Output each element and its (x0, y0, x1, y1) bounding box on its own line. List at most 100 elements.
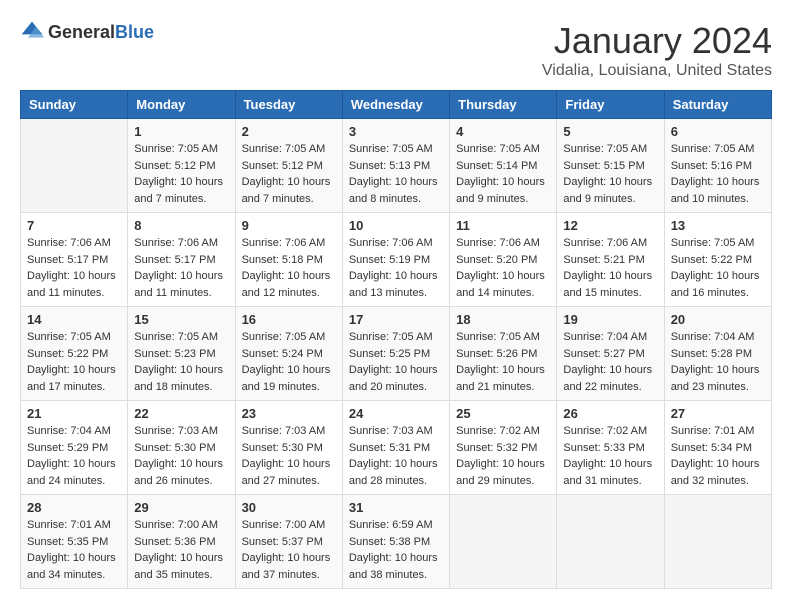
sunset-label: Sunset: 5:12 PM (242, 160, 323, 172)
sunset-label: Sunset: 5:30 PM (134, 442, 215, 454)
day-number: 14 (27, 312, 121, 327)
day-number: 29 (134, 500, 228, 515)
calendar-cell: 16 Sunrise: 7:05 AM Sunset: 5:24 PM Dayl… (235, 307, 342, 401)
day-number: 21 (27, 406, 121, 421)
sunset-label: Sunset: 5:38 PM (349, 536, 430, 548)
sunrise-label: Sunrise: 7:01 AM (27, 519, 111, 531)
day-info: Sunrise: 7:06 AM Sunset: 5:21 PM Dayligh… (563, 235, 657, 301)
daylight-label: Daylight: 10 hours and 38 minutes. (349, 552, 438, 581)
calendar-table: SundayMondayTuesdayWednesdayThursdayFrid… (20, 90, 772, 589)
calendar-cell: 11 Sunrise: 7:06 AM Sunset: 5:20 PM Dayl… (450, 213, 557, 307)
day-info: Sunrise: 7:05 AM Sunset: 5:22 PM Dayligh… (27, 329, 121, 395)
day-number: 17 (349, 312, 443, 327)
sunrise-label: Sunrise: 7:05 AM (134, 331, 218, 343)
sunrise-label: Sunrise: 7:05 AM (134, 143, 218, 155)
day-info: Sunrise: 7:05 AM Sunset: 5:12 PM Dayligh… (134, 141, 228, 207)
sunset-label: Sunset: 5:31 PM (349, 442, 430, 454)
day-number: 12 (563, 218, 657, 233)
sunrise-label: Sunrise: 7:03 AM (242, 425, 326, 437)
calendar-cell: 22 Sunrise: 7:03 AM Sunset: 5:30 PM Dayl… (128, 401, 235, 495)
daylight-label: Daylight: 10 hours and 18 minutes. (134, 364, 223, 393)
day-number: 2 (242, 124, 336, 139)
sunset-label: Sunset: 5:19 PM (349, 254, 430, 266)
day-info: Sunrise: 7:00 AM Sunset: 5:37 PM Dayligh… (242, 517, 336, 583)
daylight-label: Daylight: 10 hours and 11 minutes. (27, 270, 116, 299)
day-number: 11 (456, 218, 550, 233)
day-info: Sunrise: 7:04 AM Sunset: 5:27 PM Dayligh… (563, 329, 657, 395)
sunrise-label: Sunrise: 6:59 AM (349, 519, 433, 531)
day-number: 18 (456, 312, 550, 327)
sunrise-label: Sunrise: 7:05 AM (671, 143, 755, 155)
sunset-label: Sunset: 5:14 PM (456, 160, 537, 172)
day-info: Sunrise: 7:04 AM Sunset: 5:29 PM Dayligh… (27, 423, 121, 489)
sunset-label: Sunset: 5:33 PM (563, 442, 644, 454)
sunset-label: Sunset: 5:12 PM (134, 160, 215, 172)
sunset-label: Sunset: 5:18 PM (242, 254, 323, 266)
sunset-label: Sunset: 5:22 PM (27, 348, 108, 360)
sunset-label: Sunset: 5:13 PM (349, 160, 430, 172)
sunrise-label: Sunrise: 7:03 AM (349, 425, 433, 437)
day-number: 13 (671, 218, 765, 233)
daylight-label: Daylight: 10 hours and 13 minutes. (349, 270, 438, 299)
day-number: 23 (242, 406, 336, 421)
daylight-label: Daylight: 10 hours and 7 minutes. (134, 176, 223, 205)
column-header-friday: Friday (557, 91, 664, 119)
daylight-label: Daylight: 10 hours and 9 minutes. (456, 176, 545, 205)
day-number: 27 (671, 406, 765, 421)
day-info: Sunrise: 7:05 AM Sunset: 5:13 PM Dayligh… (349, 141, 443, 207)
daylight-label: Daylight: 10 hours and 19 minutes. (242, 364, 331, 393)
week-row-4: 21 Sunrise: 7:04 AM Sunset: 5:29 PM Dayl… (21, 401, 772, 495)
sunset-label: Sunset: 5:24 PM (242, 348, 323, 360)
sunrise-label: Sunrise: 7:02 AM (456, 425, 540, 437)
sunrise-label: Sunrise: 7:06 AM (349, 237, 433, 249)
sunrise-label: Sunrise: 7:02 AM (563, 425, 647, 437)
daylight-label: Daylight: 10 hours and 10 minutes. (671, 176, 760, 205)
day-info: Sunrise: 7:04 AM Sunset: 5:28 PM Dayligh… (671, 329, 765, 395)
day-info: Sunrise: 7:05 AM Sunset: 5:12 PM Dayligh… (242, 141, 336, 207)
day-info: Sunrise: 7:05 AM Sunset: 5:14 PM Dayligh… (456, 141, 550, 207)
day-info: Sunrise: 7:02 AM Sunset: 5:32 PM Dayligh… (456, 423, 550, 489)
day-number: 9 (242, 218, 336, 233)
sunset-label: Sunset: 5:26 PM (456, 348, 537, 360)
calendar-cell: 4 Sunrise: 7:05 AM Sunset: 5:14 PM Dayli… (450, 119, 557, 213)
day-number: 25 (456, 406, 550, 421)
day-info: Sunrise: 7:05 AM Sunset: 5:15 PM Dayligh… (563, 141, 657, 207)
day-info: Sunrise: 7:05 AM Sunset: 5:25 PM Dayligh… (349, 329, 443, 395)
day-info: Sunrise: 7:05 AM Sunset: 5:16 PM Dayligh… (671, 141, 765, 207)
column-header-monday: Monday (128, 91, 235, 119)
calendar-cell: 27 Sunrise: 7:01 AM Sunset: 5:34 PM Dayl… (664, 401, 771, 495)
day-info: Sunrise: 7:05 AM Sunset: 5:22 PM Dayligh… (671, 235, 765, 301)
daylight-label: Daylight: 10 hours and 31 minutes. (563, 458, 652, 487)
daylight-label: Daylight: 10 hours and 21 minutes. (456, 364, 545, 393)
sunrise-label: Sunrise: 7:05 AM (456, 331, 540, 343)
sunset-label: Sunset: 5:28 PM (671, 348, 752, 360)
day-info: Sunrise: 7:05 AM Sunset: 5:26 PM Dayligh… (456, 329, 550, 395)
sunrise-label: Sunrise: 7:05 AM (349, 331, 433, 343)
day-number: 15 (134, 312, 228, 327)
calendar-cell: 2 Sunrise: 7:05 AM Sunset: 5:12 PM Dayli… (235, 119, 342, 213)
day-info: Sunrise: 7:03 AM Sunset: 5:30 PM Dayligh… (242, 423, 336, 489)
daylight-label: Daylight: 10 hours and 26 minutes. (134, 458, 223, 487)
day-info: Sunrise: 7:06 AM Sunset: 5:18 PM Dayligh… (242, 235, 336, 301)
sunrise-label: Sunrise: 7:04 AM (27, 425, 111, 437)
title-block: January 2024 Vidalia, Louisiana, United … (542, 20, 772, 80)
sunrise-label: Sunrise: 7:03 AM (134, 425, 218, 437)
logo-icon (20, 20, 44, 44)
sunset-label: Sunset: 5:37 PM (242, 536, 323, 548)
day-info: Sunrise: 7:01 AM Sunset: 5:35 PM Dayligh… (27, 517, 121, 583)
logo: GeneralBlue (20, 20, 154, 44)
day-number: 8 (134, 218, 228, 233)
week-row-1: 1 Sunrise: 7:05 AM Sunset: 5:12 PM Dayli… (21, 119, 772, 213)
calendar-cell: 14 Sunrise: 7:05 AM Sunset: 5:22 PM Dayl… (21, 307, 128, 401)
day-info: Sunrise: 7:03 AM Sunset: 5:30 PM Dayligh… (134, 423, 228, 489)
calendar-cell: 24 Sunrise: 7:03 AM Sunset: 5:31 PM Dayl… (342, 401, 449, 495)
calendar-cell: 19 Sunrise: 7:04 AM Sunset: 5:27 PM Dayl… (557, 307, 664, 401)
daylight-label: Daylight: 10 hours and 27 minutes. (242, 458, 331, 487)
sunrise-label: Sunrise: 7:05 AM (563, 143, 647, 155)
sunset-label: Sunset: 5:34 PM (671, 442, 752, 454)
daylight-label: Daylight: 10 hours and 14 minutes. (456, 270, 545, 299)
daylight-label: Daylight: 10 hours and 7 minutes. (242, 176, 331, 205)
column-header-saturday: Saturday (664, 91, 771, 119)
calendar-cell: 18 Sunrise: 7:05 AM Sunset: 5:26 PM Dayl… (450, 307, 557, 401)
day-info: Sunrise: 7:01 AM Sunset: 5:34 PM Dayligh… (671, 423, 765, 489)
